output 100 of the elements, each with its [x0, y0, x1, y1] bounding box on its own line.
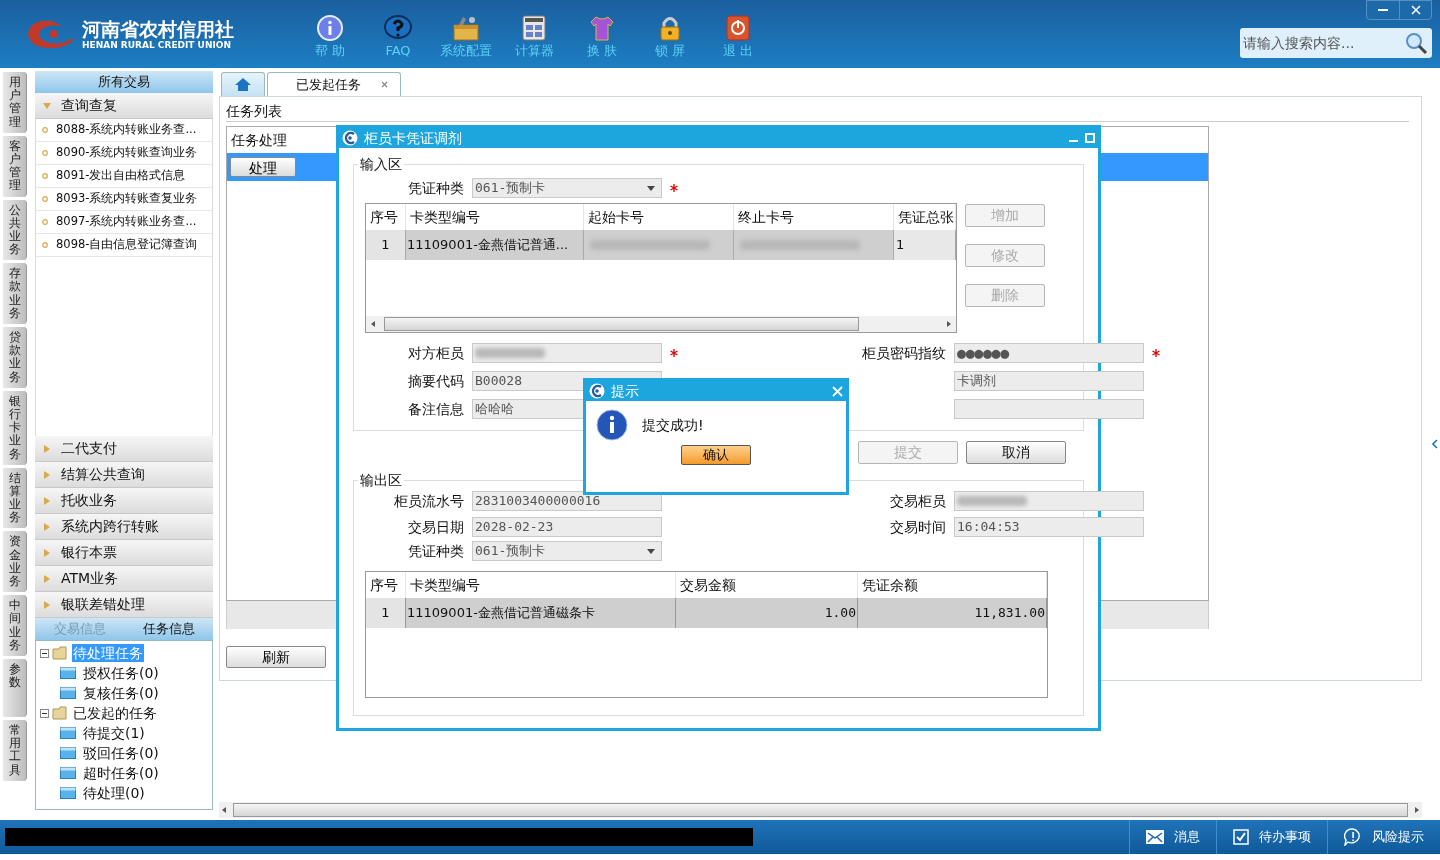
blurred-text [475, 348, 545, 358]
envelope-icon [1146, 830, 1164, 844]
side-tab[interactable]: 结算业务 [3, 467, 27, 529]
home-tab[interactable] [221, 72, 265, 96]
table-cell: 11,831.00 [858, 598, 1047, 628]
field-label: 交易日期 [408, 519, 464, 535]
folder-icon [60, 687, 76, 699]
field-label: 备注信息 [408, 401, 464, 417]
dialog-button[interactable]: 取消 [966, 441, 1066, 464]
close-icon [1410, 5, 1421, 15]
sidebar-title: 所有交易 [35, 71, 213, 93]
input-field[interactable]: 16:04:53 [954, 517, 1144, 537]
select-field[interactable]: 061-预制卡 [472, 178, 662, 198]
logo-title: 河南省农村信用社 [82, 17, 234, 40]
input-field[interactable]: 卡调剂 [954, 371, 1144, 391]
sidebar-group[interactable]: 银联差错处理 [35, 592, 213, 618]
field-label: 凭证种类 [408, 543, 464, 559]
sidebar-group[interactable]: 银行本票 [35, 540, 213, 566]
sidebar-group[interactable]: 系统内跨行转账 [35, 514, 213, 540]
close-icon[interactable] [381, 81, 388, 88]
sidebar-group[interactable]: 二代支付 [35, 436, 213, 462]
logo-icon [342, 130, 358, 146]
collapse-icon[interactable] [40, 708, 49, 718]
sidebar-item[interactable]: 8097-系统内转账业务查... [36, 211, 212, 234]
side-tab[interactable]: 资金业务 [3, 531, 27, 593]
bullet-icon [42, 150, 48, 156]
dropdown-arrow-icon [647, 548, 655, 554]
sidebar-item[interactable]: 8098-自由信息登记簿查询 [36, 234, 212, 257]
side-tab[interactable]: 参数 [3, 658, 27, 717]
tree-item[interactable]: 待提交(1) [82, 724, 146, 742]
question-icon [383, 14, 413, 42]
maximize-icon[interactable] [1085, 133, 1095, 143]
panel-tab[interactable]: 任务信息 [124, 618, 213, 640]
power-icon [723, 14, 753, 42]
side-tab[interactable]: 存款业务 [3, 263, 27, 324]
horizontal-scrollbar[interactable] [366, 316, 956, 332]
bullet-icon [42, 196, 48, 202]
tree-item[interactable]: 超时任务(0) [82, 764, 160, 782]
caret-right-icon [43, 444, 51, 453]
sidebar-item[interactable]: 8088-系统内转账业务查... [36, 119, 212, 142]
bullet-icon [42, 242, 48, 248]
row-number: 1 [366, 598, 406, 628]
tree-item[interactable]: 授权任务(0) [82, 664, 160, 682]
info-icon [596, 409, 628, 441]
field-label: 凭证种类 [408, 180, 464, 196]
refresh-button[interactable]: 刷新 [226, 646, 326, 668]
field-label: 柜员流水号 [394, 493, 464, 509]
info-icon [315, 14, 345, 42]
input-field[interactable]: 2831003400000016 [472, 491, 662, 511]
collapse-icon[interactable] [40, 648, 49, 658]
speech-bubble-icon [1344, 828, 1362, 846]
sidebar-item[interactable]: 8091-发出自由格式信息 [36, 165, 212, 188]
sidebar-group[interactable]: 结算公共查询 [35, 462, 213, 488]
status-button[interactable]: 风险提示 [1327, 820, 1440, 854]
table-cell: 1.00 [676, 598, 858, 628]
search-field[interactable]: 请输入搜索内容... [1240, 28, 1432, 58]
status-button[interactable]: 消息 [1129, 820, 1216, 854]
tree-item[interactable]: 已发起的任务 [72, 704, 158, 722]
caret-right-icon [43, 522, 51, 531]
input-field[interactable]: ●●●●●● [954, 343, 1144, 363]
bullet-icon [42, 219, 48, 225]
caret-right-icon [43, 600, 51, 609]
side-tab[interactable]: 银行卡业务 [3, 390, 27, 465]
caret-right-icon [43, 574, 51, 583]
folder-icon [60, 787, 76, 799]
sidebar-group[interactable]: 托收业务 [35, 488, 213, 514]
process-button[interactable]: 处理 [230, 157, 296, 177]
select-field[interactable]: 061-预制卡 [472, 541, 662, 561]
tree-item[interactable]: 待处理(0) [82, 784, 146, 802]
side-tab[interactable]: 贷款业务 [3, 327, 27, 388]
status-button[interactable]: 待办事项 [1216, 820, 1327, 854]
input-field[interactable] [954, 491, 1144, 511]
dropdown-arrow-icon [647, 185, 655, 191]
toolbox-icon [451, 14, 481, 42]
table-cell: 11109001-金燕借记普通磁条卡 [406, 598, 676, 628]
input-field[interactable] [472, 343, 662, 363]
side-tab[interactable]: 客户管理 [3, 135, 27, 197]
side-tab[interactable]: 中间业务 [3, 595, 27, 656]
minimize-icon [1378, 9, 1388, 11]
dialog-title: 柜员卡凭证调剂 [364, 128, 462, 148]
input-field[interactable] [954, 399, 1144, 419]
tree-item[interactable]: 驳回任务(0) [82, 744, 160, 762]
page-tab[interactable]: 已发起任务 [267, 72, 401, 96]
horizontal-scrollbar[interactable] [219, 802, 1422, 818]
confirm-button[interactable]: 确认 [681, 445, 751, 465]
table-cell: 1 [894, 230, 956, 260]
search-icon [1404, 31, 1428, 55]
tree-item[interactable]: 复核任务(0) [82, 684, 160, 702]
sidebar-item[interactable]: 8093-系统内转账查复业务 [36, 188, 212, 211]
checkbox-icon [1233, 829, 1249, 845]
side-tab[interactable]: 常用工具 [3, 719, 27, 781]
sidebar-group[interactable]: 查询查复 [35, 93, 213, 119]
field-label: 柜员密码指纹 [862, 345, 946, 361]
side-tab[interactable]: 用户管理 [3, 72, 27, 133]
side-tab[interactable]: 公共业务 [3, 199, 27, 261]
logo-subtitle: HENAN RURAL CREDIT UNION [82, 39, 232, 51]
field-label: 摘要代码 [408, 373, 464, 389]
input-field[interactable]: 2028-02-23 [472, 517, 662, 537]
sidebar-item[interactable]: 8090-系统内转账查询业务 [36, 142, 212, 165]
sidebar-group[interactable]: ATM业务 [35, 566, 213, 592]
